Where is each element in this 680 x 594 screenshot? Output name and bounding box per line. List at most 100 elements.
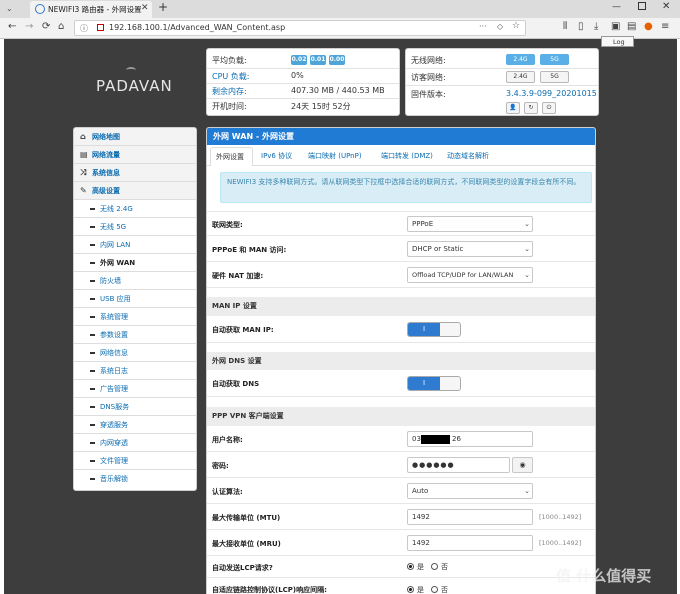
sidebar-sub-netinfo[interactable]: 网络信息: [74, 344, 196, 362]
status-panel: 平均负载: 0.02 0.01 0.00 CPU 负载: 0% 剩余内存: 40…: [206, 48, 400, 116]
tab-list-icon[interactable]: ⌄: [6, 4, 13, 13]
sidebar-sub-lan[interactable]: 内网 LAN: [74, 236, 196, 254]
tab-ipv6[interactable]: IPv6 协议: [261, 151, 292, 161]
new-tab-button[interactable]: +: [158, 0, 168, 14]
lcp-yes-radio[interactable]: [407, 563, 414, 570]
auth-value: Auto: [412, 487, 429, 495]
pocket-icon[interactable]: ◇: [497, 22, 503, 31]
lcp-no-radio[interactable]: [431, 563, 438, 570]
minimize-icon[interactable]: —: [612, 2, 621, 12]
sidebar-sub-adblock[interactable]: 广告管理: [74, 380, 196, 398]
sidebar-item-advanced[interactable]: ✎ 高级设置: [74, 182, 196, 200]
forward-icon[interactable]: →: [25, 21, 33, 32]
home-browser-icon[interactable]: ⌂: [58, 21, 64, 32]
conn-type-select[interactable]: PPPoE ⌄: [407, 216, 533, 232]
sidebar-item-label: 网络地图: [92, 133, 120, 141]
sidebar-sub-wifi5[interactable]: 无线 5G: [74, 218, 196, 236]
auto-ip-toggle[interactable]: I: [407, 322, 461, 337]
sidebar-item-system-info[interactable]: ⤨ 系统信息: [74, 164, 196, 182]
tab-bar: 外网设置 IPv6 协议 端口映射 (UPnP) 端口转发 (DMZ) 动态域名…: [207, 145, 595, 166]
tab-close-icon[interactable]: ✕: [141, 3, 149, 13]
extension-icon[interactable]: ▣: [611, 21, 620, 32]
wifi-24g-button[interactable]: 2.4G: [506, 54, 535, 65]
bullet-icon: [90, 316, 95, 318]
sidebar-sub-wifi24[interactable]: 无线 2.4G: [74, 200, 196, 218]
close-window-icon[interactable]: ✕: [662, 1, 670, 12]
sidebar-item-label: 内网 LAN: [100, 241, 131, 249]
user-button[interactable]: 👤: [506, 102, 520, 114]
sidebar-sub-admin[interactable]: 系统管理: [74, 308, 196, 326]
tab-upnp[interactable]: 端口映射 (UPnP): [308, 151, 362, 161]
username-input[interactable]: 03 26: [407, 431, 533, 447]
mtu-input[interactable]: 1492: [407, 509, 533, 525]
sidebar-sub-tunnel[interactable]: 穿透服务: [74, 416, 196, 434]
wifi-5g-button[interactable]: 5G: [540, 54, 569, 65]
mru-input[interactable]: 1492: [407, 535, 533, 551]
man-access-select[interactable]: DHCP or Static ⌄: [407, 241, 533, 257]
bookmark-star-icon[interactable]: ☆: [512, 21, 520, 31]
more-icon[interactable]: ···: [479, 22, 487, 31]
man-access-value: DHCP or Static: [412, 245, 464, 253]
tab-wan-settings[interactable]: 外网设置: [210, 147, 253, 166]
sidebar-sub-music[interactable]: 音乐解锁: [74, 470, 196, 488]
sidebar-sub-nat-tunnel[interactable]: 内网穿透: [74, 434, 196, 452]
sidebar-sub-params[interactable]: 参数设置: [74, 326, 196, 344]
back-icon[interactable]: ←: [8, 21, 16, 32]
logo-signal-icon: [126, 67, 136, 73]
sidebar-sub-files[interactable]: 文件管理: [74, 452, 196, 470]
sidebar-sub-usb[interactable]: USB 应用: [74, 290, 196, 308]
download-icon[interactable]: ⤓: [594, 21, 598, 32]
firefox-account-icon[interactable]: ●: [644, 21, 653, 32]
sidebar-item-network-map[interactable]: ⌂ 网络地图: [74, 128, 196, 146]
screenshot-icon[interactable]: ▤: [627, 21, 636, 32]
browser-tab[interactable]: NEWIFI3 路由器 - 外网设置 ✕: [30, 1, 152, 18]
address-bar[interactable]: 192.168.100.1/Advanced_WAN_Content.asp ⓘ…: [74, 20, 526, 36]
auto-dns-toggle[interactable]: I: [407, 376, 461, 391]
auto-ip-label: 自动获取 MAN IP:: [212, 326, 274, 334]
sidebar-sub-wan[interactable]: 外网 WAN: [74, 254, 196, 272]
guest-label: 访客网络:: [411, 73, 446, 82]
library-icon[interactable]: ⫴: [563, 21, 567, 32]
auth-select[interactable]: Auto ⌄: [407, 483, 533, 499]
auto-dns-label: 自动获取 DNS: [212, 380, 260, 388]
menu-icon[interactable]: ≡: [661, 21, 669, 32]
reboot-button[interactable]: ↻: [524, 102, 538, 114]
show-password-button[interactable]: ◉: [512, 457, 533, 473]
sidebar-item-label: 外网 WAN: [100, 259, 136, 267]
sidebar-item-label: 无线 2.4G: [100, 205, 133, 213]
browser-toolbar: ← → ⟳ ⌂ 192.168.100.1/Advanced_WAN_Conte…: [0, 18, 680, 39]
chevron-down-icon: ⌄: [524, 220, 530, 228]
lcp2-no-radio[interactable]: [431, 586, 438, 593]
sidebar-sub-dns[interactable]: DNS服务: [74, 398, 196, 416]
main-panel: 外网 WAN - 外网设置 外网设置 IPv6 协议 端口映射 (UPnP) 端…: [206, 127, 596, 594]
man-ip-section-title: MAN IP 设置: [212, 302, 257, 310]
tab-dmz[interactable]: 端口转发 (DMZ): [381, 151, 433, 161]
guest-5g-button[interactable]: 5G: [540, 71, 569, 83]
mru-row: 最大接收单位 (MRU) 1492 [1000..1492]: [207, 530, 595, 556]
load-label: 平均负载:: [212, 56, 247, 65]
sidebar-item-traffic[interactable]: ▤ 网络流量: [74, 146, 196, 164]
maximize-icon[interactable]: [638, 2, 646, 10]
sidebar-item-label: 穿透服务: [100, 421, 128, 429]
tab-ddns[interactable]: 动态域名解析: [447, 151, 489, 161]
shutdown-button[interactable]: ⏻: [542, 102, 556, 114]
firmware-label: 固件版本:: [411, 90, 446, 99]
mru-label: 最大接收单位 (MRU): [212, 540, 281, 548]
sidebar-item-label: 无线 5G: [100, 223, 127, 231]
page-info-icon[interactable]: ⓘ: [80, 23, 88, 34]
password-input[interactable]: ●●●●●●: [407, 457, 510, 473]
password-value: ●●●●●●: [412, 461, 455, 469]
firmware-version-link[interactable]: 3.4.3.9-099_20201015: [506, 89, 597, 98]
sidebar-sub-syslog[interactable]: 系统日志: [74, 362, 196, 380]
toggle-on-label: I: [408, 323, 440, 336]
guest-24g-button[interactable]: 2.4G: [506, 71, 535, 83]
lcp2-yes-radio[interactable]: [407, 586, 414, 593]
chevron-down-icon: ⌄: [524, 487, 530, 495]
load-1m-badge: 0.02: [291, 55, 307, 65]
reload-icon[interactable]: ⟳: [42, 21, 50, 32]
sidebar-toggle-icon[interactable]: ▯: [578, 21, 584, 32]
sidebar-item-label: 广告管理: [100, 385, 128, 393]
nat-select[interactable]: Offload TCP/UDP for LAN/WLAN ⌄: [407, 267, 533, 283]
sidebar-sub-firewall[interactable]: 防火墙: [74, 272, 196, 290]
mem-value: 407.30 MB / 440.53 MB: [291, 86, 385, 95]
